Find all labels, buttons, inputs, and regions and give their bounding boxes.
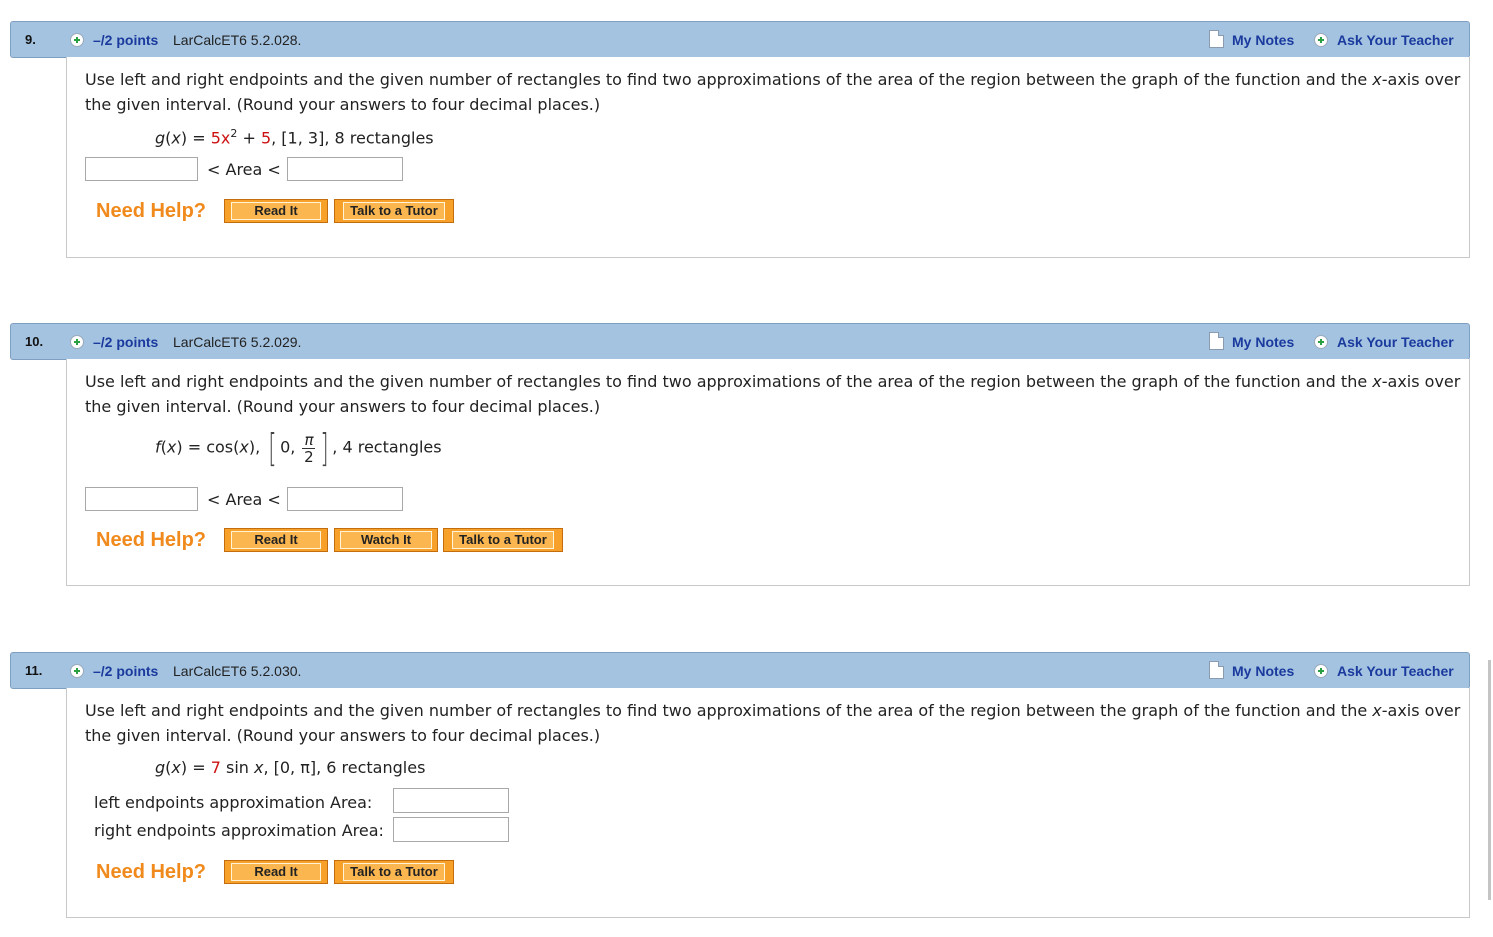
function-formula: g(x) = 5x2 + 5, [1, 3], 8 rectangles — [155, 127, 434, 148]
need-help-label: Need Help? — [96, 529, 207, 551]
function-variable: x — [171, 758, 181, 777]
need-help-label: Need Help? — [96, 861, 207, 883]
question-body: Use left and right endpoints and the giv… — [66, 57, 1470, 258]
talk-to-tutor-button[interactable]: Talk to a Tutor — [334, 860, 454, 884]
read-it-label: Read It — [231, 531, 321, 549]
right-endpoints-input[interactable] — [393, 817, 509, 842]
question-source: LarCalcET6 5.2.029. — [173, 334, 302, 350]
read-it-label: Read It — [231, 863, 321, 881]
axis-variable: x — [1372, 701, 1382, 720]
fraction-numerator: π — [302, 430, 316, 449]
question-source: LarCalcET6 5.2.030. — [173, 663, 302, 679]
points-label: –/2 points — [93, 334, 159, 350]
upper-area-input[interactable] — [287, 157, 403, 181]
question-header: 9. –/2 points LarCalcET6 5.2.028. My Not… — [10, 21, 1470, 58]
sin-text: sin — [220, 758, 254, 777]
points-label: –/2 points — [93, 32, 159, 48]
function-name: f — [155, 437, 161, 457]
axis-variable: x — [1372, 70, 1382, 89]
left-endpoints-label: left endpoints approximation Area: — [94, 793, 373, 812]
cos-close: ), — [248, 437, 261, 457]
function-variable: x — [166, 437, 177, 457]
read-it-button[interactable]: Read It — [224, 199, 328, 223]
equals: = — [187, 758, 211, 777]
notes-icon[interactable] — [1209, 332, 1224, 350]
question-11: 11. –/2 points LarCalcET6 5.2.030. My No… — [10, 652, 1470, 920]
function-name: g — [155, 128, 166, 148]
lower-area-input[interactable] — [85, 157, 198, 181]
area-inequality-label: < Area < — [207, 160, 281, 179]
expand-plus-icon[interactable] — [70, 33, 84, 47]
cos-variable: x — [239, 437, 249, 457]
equals-cos: = cos( — [182, 437, 240, 457]
scrollbar[interactable] — [1488, 660, 1491, 900]
right-endpoints-label: right endpoints approximation Area: — [94, 821, 384, 840]
watch-it-label: Watch It — [339, 531, 433, 549]
coefficient: 5x — [210, 128, 231, 148]
question-header: 11. –/2 points LarCalcET6 5.2.030. My No… — [10, 652, 1470, 689]
read-it-label: Read It — [231, 202, 321, 220]
function-variable: x — [171, 128, 181, 148]
talk-to-tutor-button[interactable]: Talk to a Tutor — [443, 528, 563, 552]
expand-plus-icon[interactable] — [70, 335, 84, 349]
function-formula: f(x) = cos(x), [0, π 2], 4 rectangles — [155, 426, 442, 470]
question-9: 9. –/2 points LarCalcET6 5.2.028. My Not… — [10, 21, 1470, 259]
pi-over-two-fraction: π2 — [302, 430, 316, 466]
my-notes-link[interactable]: My Notes — [1232, 663, 1294, 679]
question-source: LarCalcET6 5.2.028. — [173, 32, 302, 48]
talk-to-tutor-label: Talk to a Tutor — [452, 531, 554, 549]
ask-teacher-plus-icon[interactable] — [1314, 33, 1328, 47]
rectangles-text: , 4 rectangles — [332, 437, 442, 457]
question-number: 11. — [25, 663, 43, 678]
plus-sign: + — [237, 128, 261, 148]
question-10: 10. –/2 points LarCalcET6 5.2.029. My No… — [10, 323, 1470, 589]
function-name: g — [155, 758, 166, 777]
talk-to-tutor-label: Talk to a Tutor — [343, 863, 445, 881]
coefficient: 7 — [210, 758, 221, 777]
interval-text: , [1, 3], 8 rectangles — [271, 128, 434, 148]
interval-text: , [0, π], 6 rectangles — [263, 758, 426, 777]
my-notes-link[interactable]: My Notes — [1232, 334, 1294, 350]
area-inequality-label: < Area < — [207, 490, 281, 509]
interval-start: 0, — [280, 437, 296, 457]
notes-icon[interactable] — [1209, 30, 1224, 48]
talk-to-tutor-button[interactable]: Talk to a Tutor — [334, 199, 454, 223]
equals: = — [187, 128, 211, 148]
function-formula: g(x) = 7 sin x, [0, π], 6 rectangles — [155, 758, 426, 777]
constant: 5 — [260, 128, 272, 148]
notes-icon[interactable] — [1209, 661, 1224, 679]
fraction-denominator: 2 — [304, 447, 314, 466]
question-prompt: Use left and right endpoints and the giv… — [85, 701, 1461, 745]
axis-variable: x — [1372, 372, 1382, 391]
question-body: Use left and right endpoints and the giv… — [66, 688, 1470, 918]
question-number: 10. — [25, 334, 44, 349]
lower-area-input[interactable] — [85, 487, 198, 511]
right-bracket-icon: ] — [320, 426, 329, 470]
read-it-button[interactable]: Read It — [224, 528, 328, 552]
watch-it-button[interactable]: Watch It — [334, 528, 438, 552]
left-endpoints-input[interactable] — [393, 788, 509, 813]
ask-teacher-link[interactable]: Ask Your Teacher — [1337, 334, 1454, 350]
question-prompt: Use left and right endpoints and the giv… — [85, 70, 1461, 114]
question-prompt: Use left and right endpoints and the giv… — [85, 372, 1461, 416]
question-body: Use left and right endpoints and the giv… — [66, 359, 1470, 586]
talk-to-tutor-label: Talk to a Tutor — [343, 202, 445, 220]
read-it-button[interactable]: Read It — [224, 860, 328, 884]
ask-teacher-plus-icon[interactable] — [1314, 664, 1328, 678]
my-notes-link[interactable]: My Notes — [1232, 32, 1294, 48]
question-number: 9. — [25, 32, 36, 47]
expand-plus-icon[interactable] — [70, 664, 84, 678]
upper-area-input[interactable] — [287, 487, 403, 511]
ask-teacher-plus-icon[interactable] — [1314, 335, 1328, 349]
question-header: 10. –/2 points LarCalcET6 5.2.029. My No… — [10, 323, 1470, 360]
ask-teacher-link[interactable]: Ask Your Teacher — [1337, 663, 1454, 679]
points-label: –/2 points — [93, 663, 159, 679]
ask-teacher-link[interactable]: Ask Your Teacher — [1337, 32, 1454, 48]
need-help-label: Need Help? — [96, 200, 207, 222]
left-bracket-icon: [ — [268, 426, 277, 470]
